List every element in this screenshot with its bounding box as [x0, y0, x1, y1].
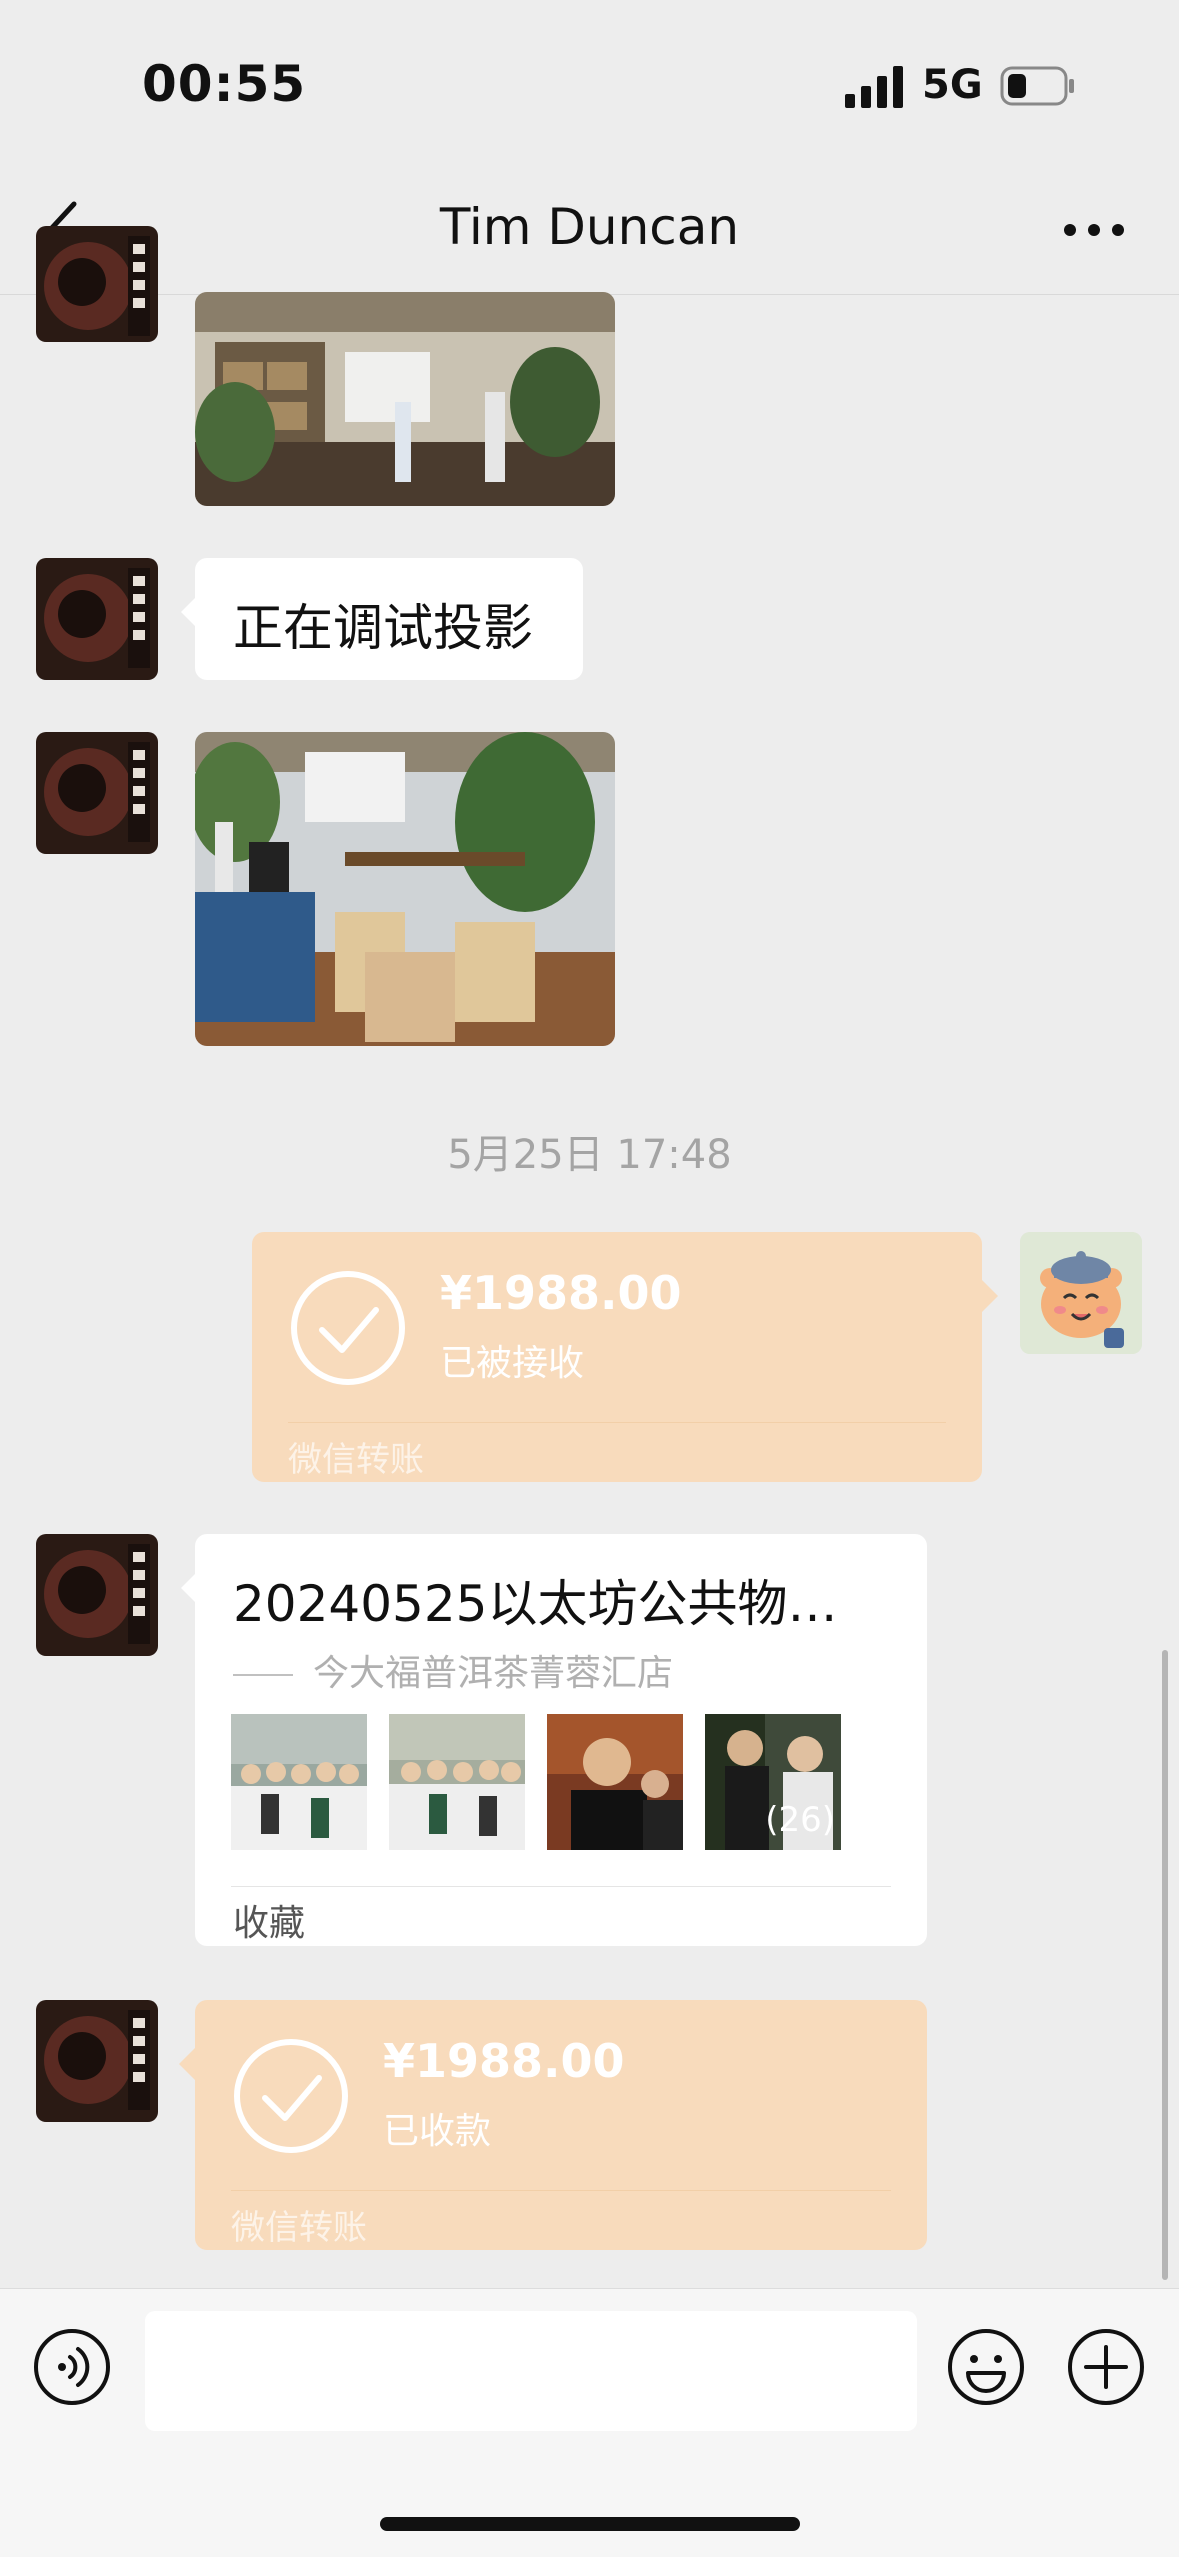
bear-avatar-icon — [1020, 1232, 1142, 1354]
check-circle-icon — [234, 2039, 348, 2153]
transfer-amount: ¥1988.00 — [383, 2034, 625, 2088]
contact-avatar[interactable] — [36, 732, 158, 854]
photo-thumbnail[interactable]: (26) — [705, 1714, 841, 1850]
transfer-amount: ¥1988.00 — [440, 1266, 682, 1320]
tea-logo-icon — [36, 558, 158, 680]
card-footer: 收藏 — [233, 1903, 306, 1944]
tea-logo-icon — [36, 226, 158, 342]
divider — [288, 1422, 946, 1423]
tea-logo-icon — [36, 2000, 158, 2122]
contact-avatar[interactable] — [36, 558, 158, 680]
transfer-status: 已收款 — [383, 2111, 492, 2152]
photo-thumbnail[interactable] — [231, 1714, 367, 1850]
transfer-footer: 微信转账 — [288, 1440, 424, 1480]
message-input[interactable] — [145, 2311, 917, 2431]
image-message[interactable] — [195, 292, 615, 506]
tea-logo-icon — [36, 732, 158, 854]
message-timestamp: 5月25日 17:48 — [447, 1132, 732, 1178]
network-label: 5G — [922, 62, 983, 108]
favorites-card[interactable]: 20240525以太坊公共物… 今大福普洱茶菁蓉汇店 (26) 收藏 — [181, 1534, 927, 1946]
transfer-footer: 微信转账 — [231, 2208, 367, 2248]
divider — [231, 2190, 891, 2191]
plus-icon[interactable] — [1066, 2327, 1146, 2407]
card-source-text: 今大福普洱茶菁蓉汇店 — [313, 1653, 674, 1694]
home-indicator — [380, 2517, 800, 2531]
transfer-received-bubble[interactable]: ¥1988.00 已收款 微信转账 — [179, 2000, 927, 2250]
photo-count: (26) — [765, 1800, 835, 1840]
divider — [231, 1886, 891, 1887]
tea-logo-icon — [36, 1534, 158, 1656]
contact-avatar[interactable] — [36, 2000, 158, 2122]
signal-icon — [845, 66, 903, 108]
contact-avatar[interactable] — [36, 226, 158, 342]
status-bar: 00:55 5G — [0, 0, 1179, 170]
message-text: 正在调试投影 — [233, 599, 533, 657]
photo-thumbnail[interactable] — [389, 1714, 525, 1850]
battery-icon — [1000, 66, 1074, 106]
contact-avatar[interactable] — [36, 1534, 158, 1656]
transfer-sent-bubble[interactable]: ¥1988.00 已被接收 微信转账 — [252, 1232, 998, 1482]
emoji-icon[interactable] — [946, 2327, 1026, 2407]
scrollbar[interactable] — [1162, 1650, 1168, 2280]
more-dots-icon[interactable] — [1060, 210, 1128, 250]
dash-icon — [233, 1674, 293, 1676]
nav-bar: Tim Duncan — [0, 170, 1179, 295]
card-title: 20240525以太坊公共物… — [233, 1575, 838, 1633]
status-time: 00:55 — [142, 55, 307, 113]
card-source: 今大福普洱茶菁蓉汇店 — [233, 1644, 673, 1696]
photo-thumbnail[interactable] — [547, 1714, 683, 1850]
image-message[interactable] — [195, 732, 615, 1046]
transfer-status: 已被接收 — [440, 1343, 585, 1384]
text-message[interactable]: 正在调试投影 — [181, 558, 583, 680]
check-circle-icon — [291, 1271, 405, 1385]
voice-icon[interactable] — [32, 2327, 112, 2407]
self-avatar[interactable] — [1020, 1232, 1142, 1354]
input-bar — [0, 2288, 1179, 2557]
chat-title: Tim Duncan — [439, 198, 740, 256]
